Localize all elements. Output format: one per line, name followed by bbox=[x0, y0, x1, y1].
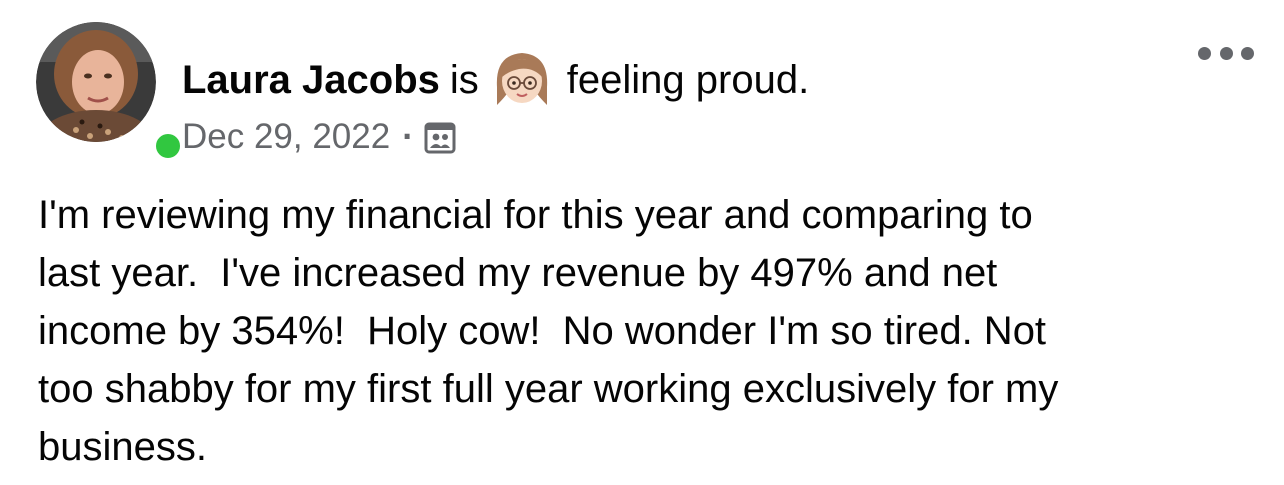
post-body-line: too shabby for my first full year workin… bbox=[38, 367, 1059, 411]
post-date-link[interactable]: Dec 29, 2022 bbox=[182, 117, 390, 157]
more-dot-icon bbox=[1198, 46, 1211, 60]
post-meta: Dec 29, 2022 · bbox=[182, 114, 456, 160]
more-dot-icon bbox=[1219, 46, 1233, 60]
author-name-link[interactable]: Laura Jacobs bbox=[182, 58, 440, 103]
post-header: Laura Jacobs is feeling proud. bbox=[182, 50, 809, 110]
friends-audience-icon[interactable] bbox=[424, 122, 456, 154]
post-body-line: income by 354%! Holy cow! No wonder I'm … bbox=[38, 309, 1047, 353]
post-body-text: I'm reviewing my financial for this year… bbox=[38, 186, 1258, 476]
feeling-connector-text: is bbox=[449, 57, 479, 102]
more-options-button[interactable] bbox=[1198, 36, 1254, 70]
avatar[interactable] bbox=[36, 22, 156, 142]
meta-separator: · bbox=[402, 117, 414, 156]
more-dot-icon bbox=[1241, 46, 1254, 60]
post-card: Laura Jacobs is feeling proud. Dec 29, 2… bbox=[0, 0, 1284, 485]
online-status-indicator bbox=[152, 130, 184, 162]
avatar-container[interactable] bbox=[36, 22, 184, 162]
feeling-text: feeling proud. bbox=[566, 57, 810, 102]
woman-with-glasses-emoji-icon bbox=[496, 53, 547, 105]
post-body-line: I'm reviewing my financial for this year… bbox=[38, 193, 1033, 237]
post-body-line: business. bbox=[38, 425, 207, 469]
post-body-line: last year. I've increased my revenue by … bbox=[38, 251, 998, 295]
